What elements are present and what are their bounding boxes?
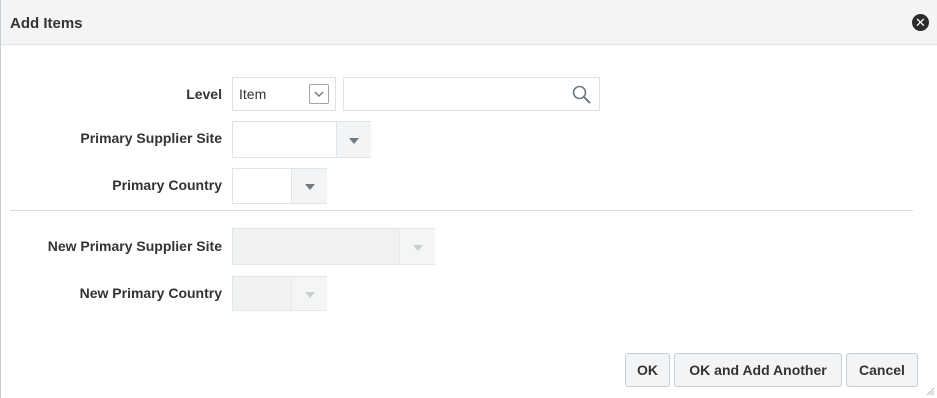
primary-country-select[interactable] <box>232 168 327 204</box>
close-icon[interactable]: ✕ <box>912 14 929 31</box>
level-search-input[interactable] <box>343 77 600 111</box>
level-select[interactable]: Item <box>232 77 336 111</box>
resize-grip-icon[interactable] <box>925 386 935 396</box>
primary-supplier-site-label: Primary Supplier Site <box>80 130 222 146</box>
new-primary-country-dropdown-button <box>291 277 327 310</box>
new-primary-supplier-site-dropdown-button <box>399 229 435 264</box>
caret-down-icon <box>412 244 423 251</box>
primary-supplier-site-select[interactable] <box>232 121 371 158</box>
caret-down-icon <box>304 291 315 298</box>
dialog-header: Add Items ✕ <box>1 0 937 45</box>
chevron-down-icon[interactable] <box>309 84 329 104</box>
search-icon[interactable] <box>571 84 593 106</box>
new-primary-country-label: New Primary Country <box>79 285 222 301</box>
new-primary-country-select <box>232 276 327 311</box>
primary-supplier-site-dropdown-button[interactable] <box>336 122 371 157</box>
new-primary-supplier-site-label: New Primary Supplier Site <box>47 238 222 254</box>
add-items-dialog: Add Items ✕ Level Item Primary Supplier … <box>0 0 937 398</box>
ok-button[interactable]: OK <box>625 353 670 387</box>
dialog-title: Add Items <box>10 15 83 32</box>
section-divider <box>10 210 913 211</box>
caret-down-icon <box>304 184 315 190</box>
level-select-value: Item <box>239 86 267 102</box>
primary-country-label: Primary Country <box>112 177 222 193</box>
new-primary-supplier-site-select <box>232 228 435 265</box>
level-label: Level <box>186 86 222 102</box>
primary-country-dropdown-button[interactable] <box>291 169 327 203</box>
ok-and-add-another-button[interactable]: OK and Add Another <box>674 353 842 387</box>
cancel-button[interactable]: Cancel <box>846 353 918 387</box>
caret-down-icon <box>349 137 359 144</box>
